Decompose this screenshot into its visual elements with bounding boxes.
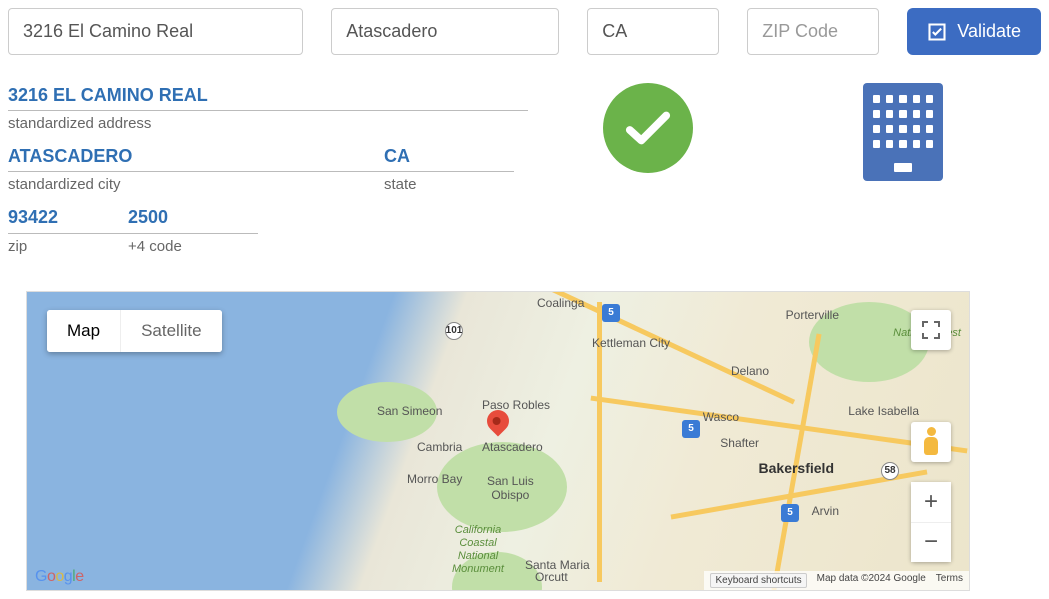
map-zoom-control: + − [911,482,951,562]
map-zoom-out-button[interactable]: − [911,522,951,562]
validate-check-icon [927,22,947,42]
validate-button-label: Validate [957,21,1021,42]
interstate-shield-icon: 5 [682,420,700,438]
map-data-attribution: Map data ©2024 Google [817,573,926,588]
map-city-label: Paso Robles [482,398,550,412]
checkmark-icon [603,83,693,173]
result-city: ATASCADERO [8,144,384,169]
result-state: CA [384,144,514,169]
result-city-label: standardized city [8,174,384,195]
commercial-building-icon [863,83,943,181]
map-terms-link[interactable]: Terms [936,573,963,588]
map-city-label: Cambria [417,440,462,454]
map[interactable]: Coalinga Porterville Sequ National rest … [26,291,970,591]
map-streetview-button[interactable] [911,422,951,462]
highway-shield-icon: 58 [881,462,899,480]
zip-input[interactable] [747,8,879,55]
address-form: Validate [8,8,1041,55]
map-type-satellite-button[interactable]: Satellite [120,310,221,352]
fullscreen-icon [922,321,940,339]
map-attribution: Keyboard shortcuts Map data ©2024 Google… [704,571,969,590]
map-keyboard-shortcuts-link[interactable]: Keyboard shortcuts [710,573,806,588]
result-address: 3216 EL CAMINO REAL [8,83,528,108]
google-logo: Google [35,568,84,586]
map-type-control: Map Satellite [47,310,222,352]
map-type-map-button[interactable]: Map [47,310,120,352]
city-input[interactable] [331,8,559,55]
map-city-label: Lake Isabella [848,404,919,418]
result-zip-label: zip [8,236,128,257]
interstate-shield-icon: 5 [781,504,799,522]
result-zip: 93422 [8,205,128,230]
map-zoom-in-button[interactable]: + [911,482,951,522]
map-fullscreen-button[interactable] [911,310,951,350]
validate-button[interactable]: Validate [907,8,1041,55]
map-city-label: Shafter [720,436,759,450]
address-type-icon [863,83,943,181]
result-plus4: 2500 [128,205,258,230]
result-state-label: state [384,174,514,195]
result-address-label: standardized address [8,113,528,134]
standardized-result: 3216 EL CAMINO REAL standardized address… [8,83,528,267]
valid-status-icon [603,83,693,173]
map-marker-icon [482,405,513,436]
interstate-shield-icon: 5 [602,304,620,322]
result-plus4-label: +4 code [128,236,258,257]
state-input[interactable] [587,8,719,55]
address-input[interactable] [8,8,303,55]
pegman-icon [922,427,940,457]
results-row: 3216 EL CAMINO REAL standardized address… [8,83,1041,267]
map-city-label: Arvin [812,504,839,518]
highway-shield-icon: 101 [445,322,463,340]
